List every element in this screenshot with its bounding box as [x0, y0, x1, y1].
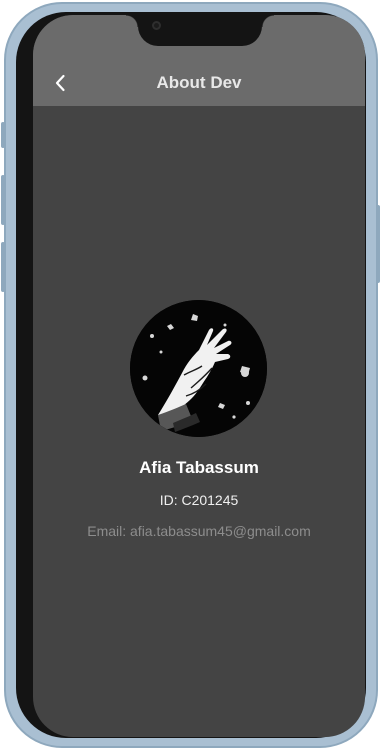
front-camera-icon	[152, 21, 161, 30]
developer-email: Email: afia.tabassum45@gmail.com	[87, 523, 311, 539]
developer-id: ID: C201245	[159, 492, 239, 508]
hand-illustration-avatar	[130, 300, 267, 437]
app-screen: About Dev Afia Tabassum ID: C201245 Emai…	[33, 15, 365, 737]
left-side-button	[1, 122, 5, 148]
device-notch	[126, 15, 274, 46]
profile-content: Afia Tabassum ID: C201245 Email: afia.ta…	[33, 106, 365, 737]
avatar	[130, 300, 267, 437]
developer-name: Afia Tabassum	[139, 458, 259, 477]
left-volume-up-button	[1, 175, 5, 225]
left-volume-down-button	[1, 242, 5, 292]
page-title: About Dev	[156, 73, 242, 92]
right-power-button	[376, 205, 380, 283]
